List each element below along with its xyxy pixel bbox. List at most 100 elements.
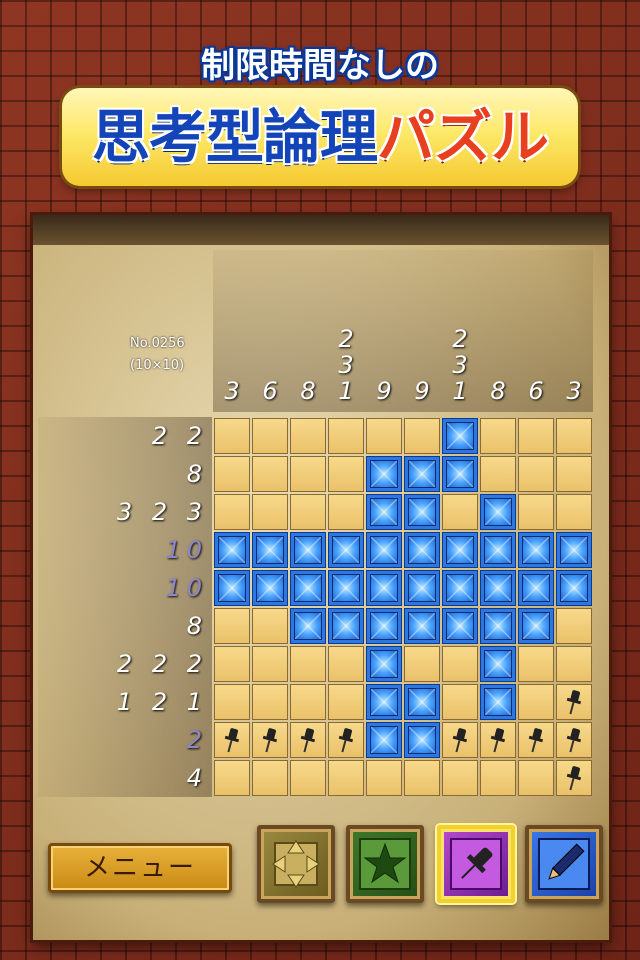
filled-cell[interactable]: [442, 608, 478, 644]
filled-cell[interactable]: [328, 608, 364, 644]
empty-cell[interactable]: [252, 684, 288, 720]
empty-cell[interactable]: [328, 418, 364, 454]
empty-cell[interactable]: [366, 418, 402, 454]
empty-cell[interactable]: [404, 760, 440, 796]
empty-cell[interactable]: [556, 608, 592, 644]
pinned-cell[interactable]: [556, 760, 592, 796]
empty-cell[interactable]: [442, 684, 478, 720]
empty-cell[interactable]: [404, 418, 440, 454]
empty-cell[interactable]: [442, 494, 478, 530]
empty-cell[interactable]: [556, 456, 592, 492]
empty-cell[interactable]: [290, 494, 326, 530]
empty-cell[interactable]: [252, 456, 288, 492]
star-tool-button[interactable]: [346, 825, 424, 903]
pinned-cell[interactable]: [518, 722, 554, 758]
filled-cell[interactable]: [366, 532, 402, 568]
filled-cell[interactable]: [366, 456, 402, 492]
empty-cell[interactable]: [214, 646, 250, 682]
empty-cell[interactable]: [518, 494, 554, 530]
empty-cell[interactable]: [518, 684, 554, 720]
filled-cell[interactable]: [366, 684, 402, 720]
empty-cell[interactable]: [442, 646, 478, 682]
empty-cell[interactable]: [252, 608, 288, 644]
filled-cell[interactable]: [518, 570, 554, 606]
filled-cell[interactable]: [480, 532, 516, 568]
filled-cell[interactable]: [404, 722, 440, 758]
empty-cell[interactable]: [328, 456, 364, 492]
filled-cell[interactable]: [480, 608, 516, 644]
filled-cell[interactable]: [480, 684, 516, 720]
filled-cell[interactable]: [404, 494, 440, 530]
empty-cell[interactable]: [290, 760, 326, 796]
filled-cell[interactable]: [404, 570, 440, 606]
empty-cell[interactable]: [252, 494, 288, 530]
empty-cell[interactable]: [518, 760, 554, 796]
filled-cell[interactable]: [290, 570, 326, 606]
filled-cell[interactable]: [366, 722, 402, 758]
filled-cell[interactable]: [480, 646, 516, 682]
filled-cell[interactable]: [252, 532, 288, 568]
empty-cell[interactable]: [328, 646, 364, 682]
filled-cell[interactable]: [290, 532, 326, 568]
empty-cell[interactable]: [290, 456, 326, 492]
empty-cell[interactable]: [290, 646, 326, 682]
empty-cell[interactable]: [518, 646, 554, 682]
pinned-cell[interactable]: [328, 722, 364, 758]
move-tool-button[interactable]: [257, 825, 335, 903]
empty-cell[interactable]: [442, 760, 478, 796]
empty-cell[interactable]: [556, 646, 592, 682]
empty-cell[interactable]: [518, 418, 554, 454]
filled-cell[interactable]: [252, 570, 288, 606]
filled-cell[interactable]: [366, 608, 402, 644]
empty-cell[interactable]: [214, 418, 250, 454]
empty-cell[interactable]: [214, 494, 250, 530]
pushpin-tool-button[interactable]: [437, 825, 515, 903]
pinned-cell[interactable]: [442, 722, 478, 758]
filled-cell[interactable]: [556, 532, 592, 568]
empty-cell[interactable]: [290, 684, 326, 720]
filled-cell[interactable]: [404, 456, 440, 492]
filled-cell[interactable]: [518, 608, 554, 644]
empty-cell[interactable]: [556, 418, 592, 454]
filled-cell[interactable]: [366, 646, 402, 682]
filled-cell[interactable]: [328, 570, 364, 606]
empty-cell[interactable]: [252, 418, 288, 454]
filled-cell[interactable]: [290, 608, 326, 644]
empty-cell[interactable]: [480, 418, 516, 454]
filled-cell[interactable]: [404, 532, 440, 568]
filled-cell[interactable]: [442, 456, 478, 492]
empty-cell[interactable]: [328, 684, 364, 720]
empty-cell[interactable]: [214, 456, 250, 492]
empty-cell[interactable]: [518, 456, 554, 492]
empty-cell[interactable]: [328, 760, 364, 796]
empty-cell[interactable]: [480, 760, 516, 796]
filled-cell[interactable]: [480, 570, 516, 606]
filled-cell[interactable]: [442, 418, 478, 454]
filled-cell[interactable]: [328, 532, 364, 568]
empty-cell[interactable]: [214, 760, 250, 796]
filled-cell[interactable]: [480, 494, 516, 530]
empty-cell[interactable]: [252, 646, 288, 682]
empty-cell[interactable]: [366, 760, 402, 796]
filled-cell[interactable]: [214, 532, 250, 568]
filled-cell[interactable]: [404, 608, 440, 644]
filled-cell[interactable]: [366, 570, 402, 606]
pinned-cell[interactable]: [480, 722, 516, 758]
empty-cell[interactable]: [328, 494, 364, 530]
empty-cell[interactable]: [290, 418, 326, 454]
filled-cell[interactable]: [442, 532, 478, 568]
filled-cell[interactable]: [366, 494, 402, 530]
empty-cell[interactable]: [404, 646, 440, 682]
pinned-cell[interactable]: [556, 684, 592, 720]
filled-cell[interactable]: [556, 570, 592, 606]
pinned-cell[interactable]: [252, 722, 288, 758]
pencil-tool-button[interactable]: [525, 825, 603, 903]
filled-cell[interactable]: [214, 570, 250, 606]
filled-cell[interactable]: [442, 570, 478, 606]
empty-cell[interactable]: [214, 608, 250, 644]
pinned-cell[interactable]: [214, 722, 250, 758]
menu-button[interactable]: メニュー: [48, 843, 232, 893]
filled-cell[interactable]: [404, 684, 440, 720]
filled-cell[interactable]: [518, 532, 554, 568]
pinned-cell[interactable]: [290, 722, 326, 758]
